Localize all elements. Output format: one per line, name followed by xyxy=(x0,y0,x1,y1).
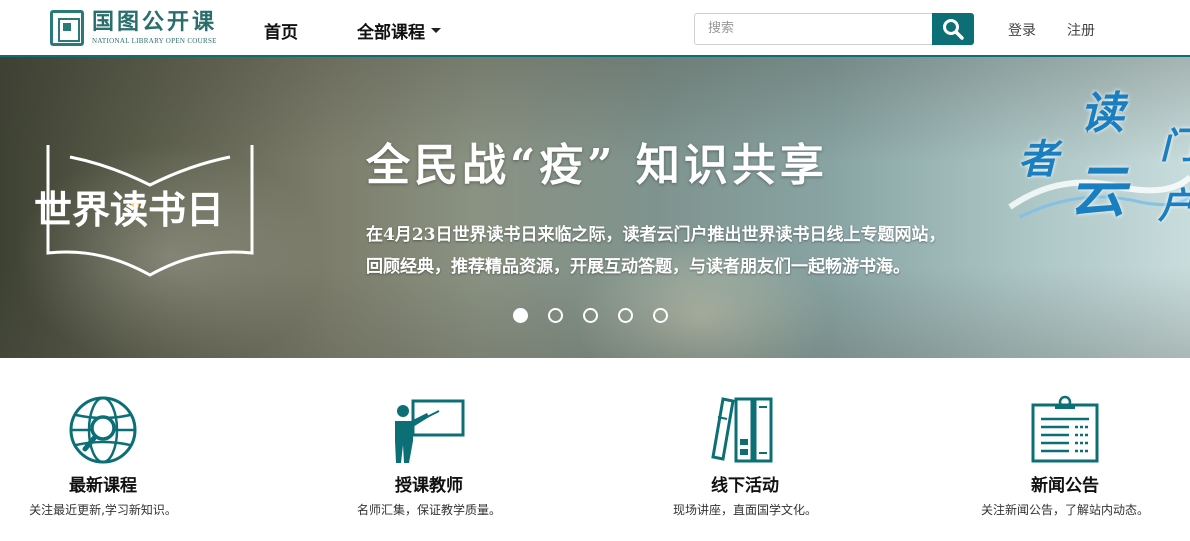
search-input[interactable]: 搜索 xyxy=(694,13,934,45)
carousel-dot-2[interactable] xyxy=(548,308,563,323)
cloud-char-4: 门 xyxy=(1160,117,1190,169)
books-icon xyxy=(711,397,773,463)
carousel-dot-4[interactable] xyxy=(618,308,633,323)
logo-text: 国图公开课 NATIONAL LIBRARY OPEN COURSE xyxy=(92,10,217,46)
clipboard-icon xyxy=(1031,395,1099,463)
nav-all-courses-label: 全部课程 xyxy=(357,23,425,43)
feature-desc: 现场讲座，直面国学文化。 xyxy=(672,503,817,517)
logo-subtitle: NATIONAL LIBRARY OPEN COURSE xyxy=(92,37,217,45)
register-link[interactable]: 注册 xyxy=(1067,20,1095,40)
nav-home-link[interactable]: 首页 xyxy=(264,18,298,43)
banner-desc-line2: 回顾经典，推荐精品资源，开展互动答题，与读者朋友们一起畅游书海。 xyxy=(366,257,910,277)
nav-all-courses-dropdown[interactable]: 全部课程 xyxy=(357,18,441,43)
site-logo[interactable]: 国图公开课 NATIONAL LIBRARY OPEN COURSE xyxy=(50,8,217,48)
feature-offline-activities[interactable]: 线下活动 现场讲座，直面国学文化。 xyxy=(645,395,845,518)
logo-title: 国图公开课 xyxy=(92,9,218,35)
world-book-day-logo-text: 世界读书日 xyxy=(34,187,225,232)
feature-title: 授课教师 xyxy=(395,476,463,496)
feature-title: 新闻公告 xyxy=(1031,476,1099,496)
logo-mark-icon xyxy=(50,10,84,46)
feature-latest-courses[interactable]: 最新课程 关注最近更新,学习新知识。 xyxy=(3,395,203,518)
feature-title: 线下活动 xyxy=(711,476,779,496)
banner-desc-line1: 在4月23日世界读书日来临之际，读者云门户推出世界读书日线上专题网站， xyxy=(366,225,946,245)
cloud-char-3: 云 xyxy=(1070,159,1126,225)
banner-carousel[interactable]: 世界读书日 全民战“疫” 知识共享 在4月23日世界读书日来临之际，读者云门户推… xyxy=(0,57,1190,358)
search-icon xyxy=(943,19,964,40)
caret-down-icon xyxy=(431,28,441,33)
top-header: 国图公开课 NATIONAL LIBRARY OPEN COURSE 首页 全部… xyxy=(0,0,1190,57)
carousel-dot-3[interactable] xyxy=(583,308,598,323)
reader-cloud-portal-art: 读 者 云 门 户 xyxy=(1000,77,1190,247)
carousel-dot-1[interactable] xyxy=(513,308,528,323)
carousel-dot-5[interactable] xyxy=(653,308,668,323)
feature-desc: 关注最近更新,学习新知识。 xyxy=(29,503,177,517)
banner-description: 在4月23日世界读书日来临之际，读者云门户推出世界读书日线上专题网站， 回顾经典… xyxy=(366,219,1086,283)
carousel-indicators xyxy=(513,308,688,323)
feature-title: 最新课程 xyxy=(69,476,137,496)
feature-desc: 关注新闻公告，了解站内动态。 xyxy=(980,503,1149,517)
login-link[interactable]: 登录 xyxy=(1008,20,1036,40)
search-button[interactable] xyxy=(932,13,974,45)
cloud-char-2: 者 xyxy=(1018,136,1058,183)
cloud-char-1: 读 xyxy=(1080,88,1124,139)
teacher-icon xyxy=(395,399,465,463)
feature-news[interactable]: 新闻公告 关注新闻公告，了解站内动态。 xyxy=(965,395,1165,518)
feature-teachers[interactable]: 授课教师 名师汇集，保证教学质量。 xyxy=(329,395,529,518)
cloud-char-5: 户 xyxy=(1158,177,1190,229)
globe-search-icon xyxy=(69,396,137,464)
feature-desc: 名师汇集，保证教学质量。 xyxy=(356,503,501,517)
banner-headline: 全民战“疫” 知识共享 xyxy=(366,140,828,191)
